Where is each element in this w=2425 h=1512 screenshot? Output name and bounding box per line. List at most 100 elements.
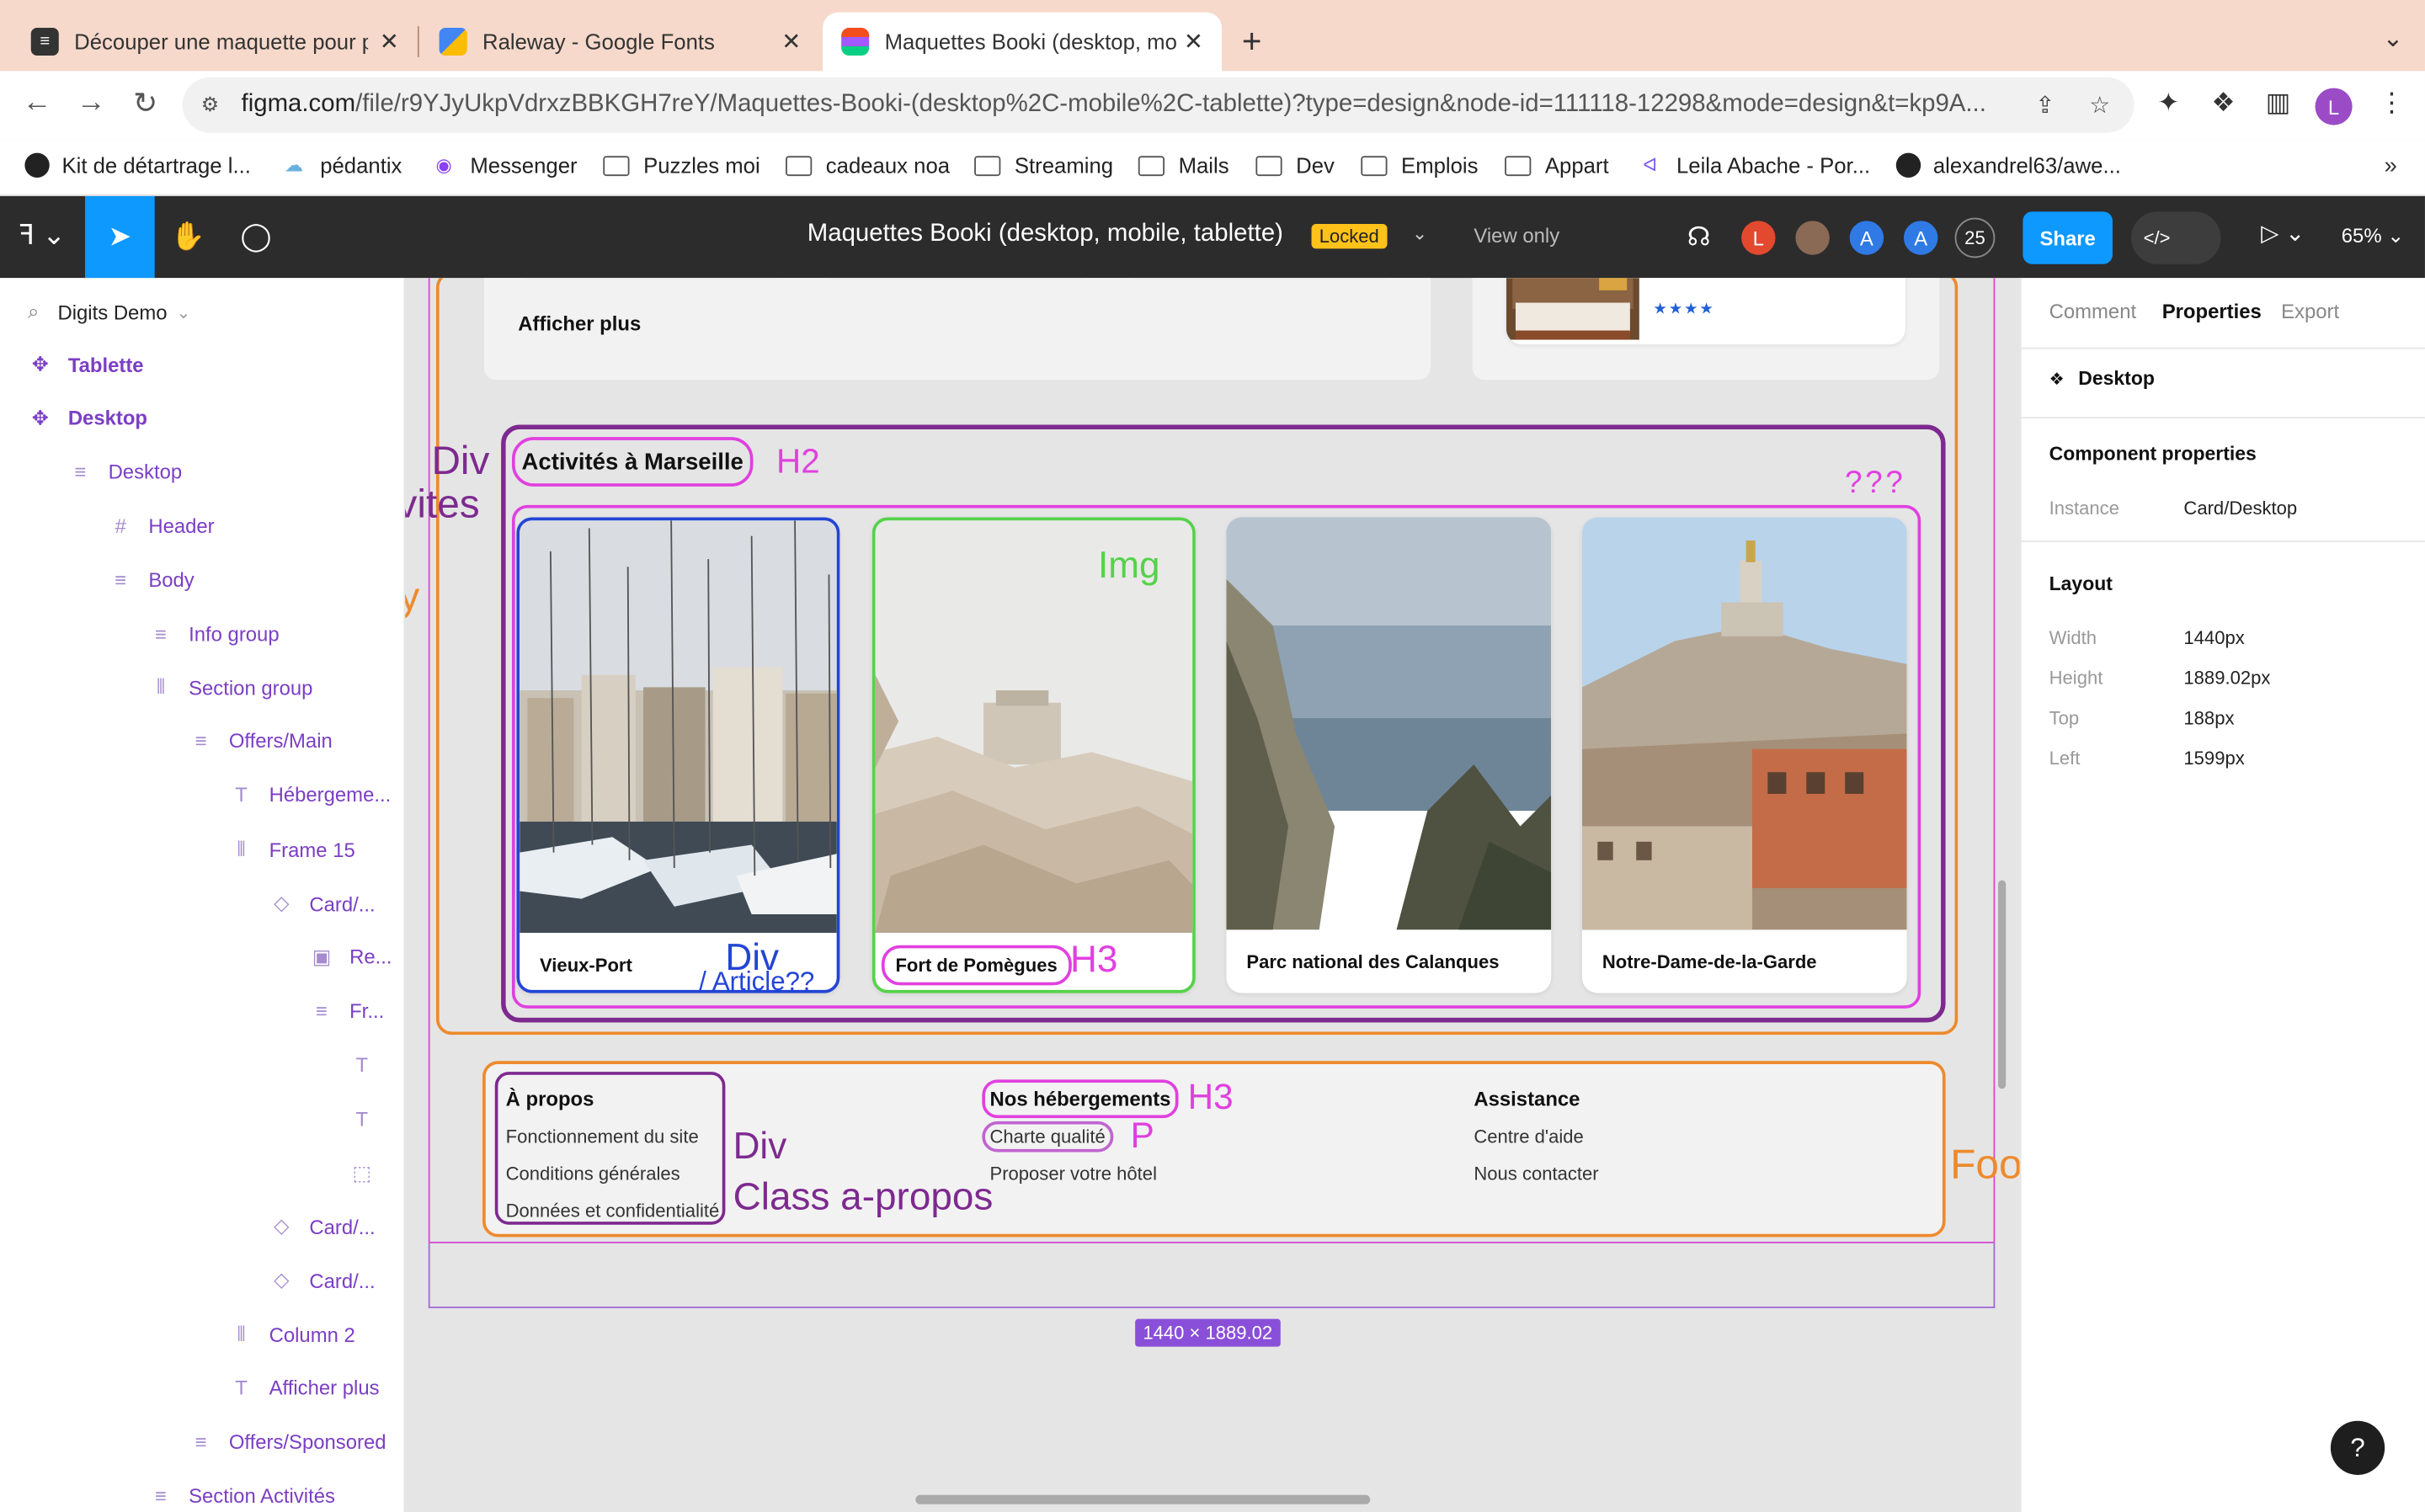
- bookmark-folder[interactable]: Puzzles moi: [603, 152, 760, 178]
- layer-item[interactable]: ◇ Card/...: [269, 892, 376, 916]
- chevron-down-icon[interactable]: ⌄: [1412, 222, 1427, 244]
- side-panel-icon[interactable]: ▥: [2266, 88, 2291, 120]
- tab-export[interactable]: Export: [2281, 300, 2339, 323]
- tab-search-button[interactable]: ⌄: [2383, 24, 2404, 55]
- headphones-icon[interactable]: ☊: [1664, 196, 1734, 278]
- activity-card[interactable]: Notre-Dame-de-la-Garde: [1581, 517, 1907, 993]
- layer-item[interactable]: ▣ Re...: [309, 945, 392, 970]
- back-icon[interactable]: ←: [19, 87, 56, 120]
- design-canvas[interactable]: Afficher plus ★★★★ Activités à Marseille: [405, 278, 2020, 1512]
- bookmark-item[interactable]: Kit de détartrage l...: [24, 152, 251, 178]
- forward-icon[interactable]: →: [72, 87, 109, 120]
- tab-properties[interactable]: Properties: [2162, 300, 2262, 323]
- layer-item[interactable]: ≡ Fr...: [309, 999, 384, 1023]
- bookmark-item[interactable]: ☁ pédantix: [280, 153, 402, 178]
- bookmark-folder[interactable]: Mails: [1138, 153, 1229, 178]
- layer-item[interactable]: ⦀ Section group: [148, 675, 313, 700]
- layer-item[interactable]: ≡ Offers/Main: [189, 729, 333, 753]
- file-title[interactable]: Maquettes Booki (desktop, mobile, tablet…: [807, 221, 1283, 248]
- layer-item[interactable]: ≡ Body: [109, 567, 194, 591]
- bookmark-star-icon[interactable]: ☆: [2089, 91, 2110, 119]
- share-button[interactable]: Share: [2023, 211, 2113, 264]
- bookmark-folder[interactable]: Emplois: [1361, 153, 1479, 178]
- layer-item[interactable]: ⦀ Frame 15: [229, 837, 355, 861]
- footer-link[interactable]: Données et confidentialité: [506, 1200, 720, 1222]
- footer-link[interactable]: Fonctionnement du site: [506, 1126, 699, 1147]
- reload-icon[interactable]: ↻: [127, 87, 164, 122]
- layer-item[interactable]: ≡ Offers/Sponsored: [189, 1430, 386, 1454]
- footer-link[interactable]: Centre d'aide: [1474, 1126, 1583, 1147]
- folder-icon: [1255, 155, 1282, 176]
- layer-item[interactable]: # Header: [109, 514, 215, 537]
- new-tab-button[interactable]: +: [1242, 22, 1262, 62]
- avatar[interactable]: A: [1847, 217, 1887, 258]
- width-value: 1440px: [2183, 626, 2245, 649]
- figma-menu-icon[interactable]: ꟻ ⌄: [19, 219, 66, 252]
- layer-item[interactable]: ◇ Card/...: [269, 1215, 376, 1239]
- layer-item[interactable]: T: [349, 1053, 390, 1077]
- close-icon[interactable]: ✕: [1184, 28, 1203, 56]
- profile-avatar[interactable]: L: [2315, 88, 2353, 125]
- collaborator-count[interactable]: 25: [1954, 217, 1996, 258]
- activity-card[interactable]: Vieux-Port: [516, 517, 840, 993]
- layer-item[interactable]: ⦀ Column 2: [229, 1323, 355, 1347]
- popular-card[interactable]: ★★★★: [1506, 278, 1905, 345]
- page-picker[interactable]: ⌕ Digits Demo ⌄: [28, 300, 190, 324]
- tab-comment[interactable]: Comment: [2049, 300, 2137, 323]
- avatar[interactable]: A: [1900, 217, 1942, 258]
- bookmark-item[interactable]: ◉ Messenger: [430, 153, 577, 178]
- layer-item[interactable]: T: [349, 1107, 390, 1131]
- footer-link[interactable]: Charte qualité: [982, 1121, 1113, 1153]
- zoom-level[interactable]: 65% ⌄: [2342, 224, 2404, 248]
- bookmark-folder[interactable]: Streaming: [974, 153, 1113, 178]
- search-icon[interactable]: ⌕: [28, 300, 39, 324]
- layer-item[interactable]: ✥ Tablette: [28, 352, 144, 376]
- avatar[interactable]: [1792, 217, 1833, 258]
- layer-item[interactable]: ⬚: [349, 1161, 390, 1185]
- activity-card[interactable]: Fort de Pomègues: [871, 517, 1196, 993]
- site-info-icon[interactable]: ⚙: [201, 93, 229, 117]
- bookmark-folder[interactable]: Dev: [1255, 153, 1335, 178]
- layer-item[interactable]: ✥ Desktop: [28, 406, 147, 430]
- horizontal-scrollbar[interactable]: [915, 1494, 1371, 1504]
- autolayout-horizontal-icon: ⦀: [237, 1322, 246, 1346]
- layer-item[interactable]: ≡ Section Activités: [148, 1484, 335, 1508]
- vertical-scrollbar[interactable]: [1998, 880, 2007, 1089]
- share-page-icon[interactable]: ⇪: [2035, 91, 2055, 119]
- bookmark-item[interactable]: alexandrel63/awe...: [1895, 152, 2121, 178]
- tab-maquettes-booki[interactable]: Maquettes Booki (desktop, mo ✕: [823, 12, 1222, 72]
- layer-item[interactable]: ≡ Desktop: [68, 460, 183, 483]
- close-icon[interactable]: ✕: [781, 28, 801, 56]
- section-title: Activités à Marseille: [511, 437, 754, 487]
- chevron-down-icon: ⌄: [176, 303, 191, 322]
- hand-tool-icon[interactable]: ✋: [153, 196, 223, 278]
- extension-leaf-icon[interactable]: ❖: [2211, 88, 2235, 120]
- footer-link[interactable]: Nous contacter: [1474, 1163, 1598, 1185]
- afficher-plus-link[interactable]: Afficher plus: [518, 312, 641, 336]
- bookmark-folder[interactable]: cadeaux noa: [786, 153, 950, 178]
- bookmark-item[interactable]: ᐊ Leila Abache - Por...: [1636, 153, 1870, 178]
- help-button[interactable]: ?: [2330, 1420, 2385, 1475]
- bookmark-folder[interactable]: Appart: [1505, 153, 1609, 178]
- url-text[interactable]: figma.com/file/r9YJyUkpVdrxzBBKGH7reY/Ma…: [242, 91, 2020, 119]
- address-bar[interactable]: ⚙ figma.com/file/r9YJyUkpVdrxzBBKGH7reY/…: [182, 77, 2135, 133]
- dev-mode-toggle[interactable]: </>: [2130, 211, 2221, 264]
- activity-card[interactable]: Parc national des Calanques: [1226, 517, 1552, 993]
- tab-raleway[interactable]: Raleway - Google Fonts ✕: [421, 13, 820, 72]
- move-tool-icon[interactable]: ➤: [85, 195, 155, 279]
- present-icon[interactable]: ▷ ⌄: [2261, 219, 2305, 247]
- layer-item[interactable]: ≡ Info group: [148, 621, 280, 645]
- extensions-icon[interactable]: ✦: [2157, 88, 2179, 120]
- tab-decouper[interactable]: ≡ Découper une maquette pour p ✕: [13, 13, 418, 72]
- layer-item[interactable]: ◇ Card/...: [269, 1269, 376, 1293]
- comment-tool-icon[interactable]: ◯: [221, 196, 291, 278]
- browser-menu-icon[interactable]: ⋮: [2379, 88, 2405, 120]
- footer-link[interactable]: Conditions générales: [506, 1163, 680, 1185]
- close-icon[interactable]: ✕: [380, 28, 399, 56]
- more-bookmarks-button[interactable]: »: [2385, 153, 2397, 179]
- bookmark-label: Puzzles moi: [643, 152, 760, 178]
- layer-item[interactable]: T Afficher plus: [229, 1376, 379, 1400]
- footer-link[interactable]: Proposer votre hôtel: [989, 1163, 1156, 1185]
- layer-item[interactable]: T Hébergeme...: [229, 783, 391, 807]
- avatar[interactable]: L: [1738, 217, 1779, 258]
